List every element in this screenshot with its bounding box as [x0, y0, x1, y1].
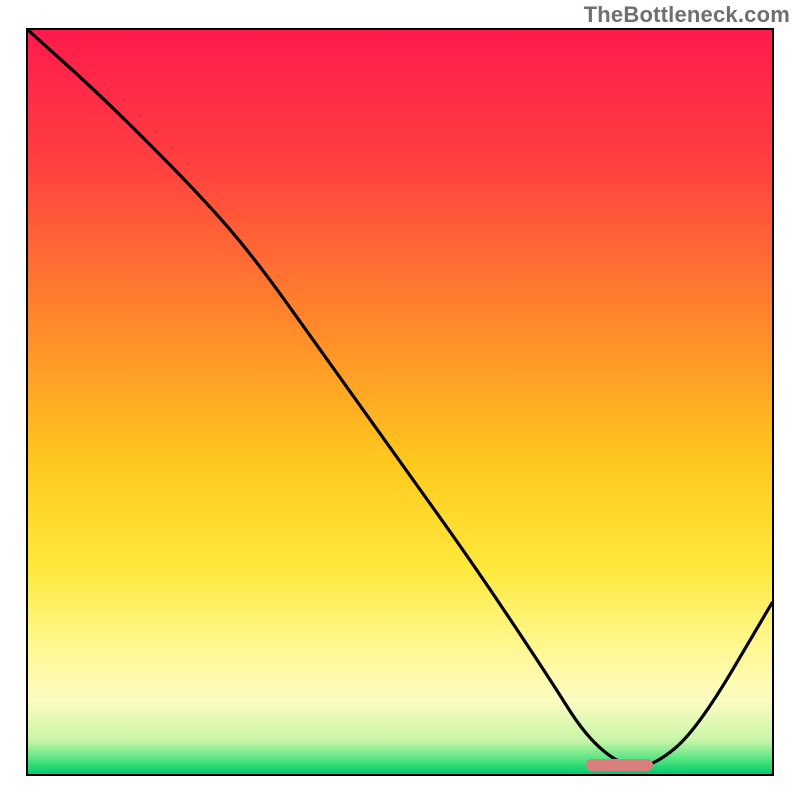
- chart-frame: [26, 28, 774, 776]
- chart-container: TheBottleneck.com: [0, 0, 800, 800]
- optimal-range-marker: [586, 759, 653, 771]
- watermark-text: TheBottleneck.com: [584, 2, 790, 28]
- bottleneck-curve: [28, 30, 772, 774]
